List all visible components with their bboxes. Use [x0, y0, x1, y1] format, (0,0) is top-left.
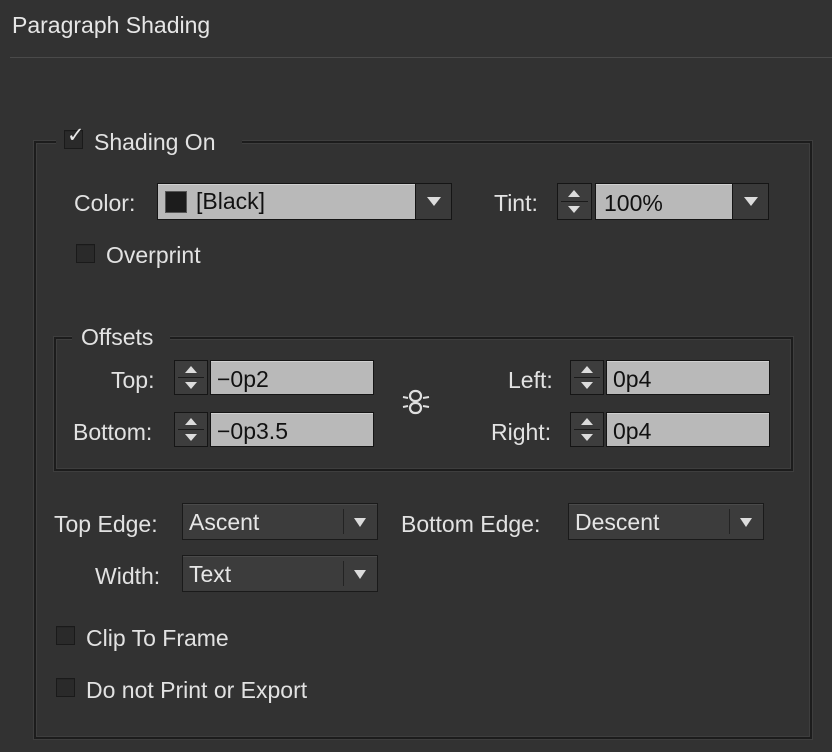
right-offset-value: 0p4 [613, 418, 652, 444]
tint-input[interactable]: 100% [595, 183, 733, 220]
increment-icon[interactable] [185, 418, 197, 425]
top-edge-dropdown[interactable]: Ascent [182, 503, 378, 540]
tint-label: Tint: [494, 190, 538, 216]
color-dropdown[interactable]: [Black] [157, 183, 416, 220]
checkmark-icon: ✓ [67, 124, 85, 147]
do-not-print-label: Do not Print or Export [86, 677, 308, 703]
top-offset-label: Top: [111, 367, 155, 393]
bottom-offset-label: Bottom: [73, 419, 153, 445]
color-dropdown-button[interactable] [415, 183, 452, 220]
chevron-down-icon [743, 197, 758, 206]
bottom-offset-value: −0p3.5 [217, 418, 288, 444]
shading-on-legend[interactable]: ✓ Shading On [56, 124, 242, 160]
chevron-down-icon [354, 518, 366, 527]
chevron-down-icon [426, 197, 441, 206]
bottom-offset-input[interactable]: −0p3.5 [210, 412, 374, 447]
do-not-print-checkbox[interactable] [56, 678, 75, 697]
dropdown-separator [343, 561, 344, 586]
bottom-edge-label: Bottom Edge: [401, 511, 541, 537]
top-offset-value: −0p2 [217, 366, 269, 392]
overprint-label: Overprint [106, 242, 201, 268]
chain-link-icon[interactable] [400, 386, 432, 418]
width-label: Width: [95, 563, 161, 589]
left-offset-stepper[interactable] [570, 360, 604, 395]
clip-to-frame-label: Clip To Frame [86, 625, 229, 651]
top-offset-stepper[interactable] [174, 360, 208, 395]
color-value: [Black] [196, 188, 266, 214]
decrement-icon[interactable] [581, 434, 593, 441]
shading-on-checkbox[interactable]: ✓ [64, 125, 85, 149]
panel-title: Paragraph Shading [12, 12, 211, 38]
decrement-icon[interactable] [185, 434, 197, 441]
color-label: Color: [74, 190, 136, 216]
top-edge-label: Top Edge: [54, 511, 158, 537]
tint-value: 100% [604, 190, 663, 216]
stepper-divider [574, 429, 600, 430]
dropdown-separator [343, 509, 344, 534]
color-swatch [165, 191, 187, 213]
bottom-edge-dropdown[interactable]: Descent [568, 503, 764, 540]
stepper-divider [178, 377, 204, 378]
chevron-down-icon [740, 518, 752, 527]
width-dropdown[interactable]: Text [182, 555, 378, 592]
offsets-title: Offsets [81, 324, 154, 350]
left-offset-input[interactable]: 0p4 [606, 360, 770, 395]
top-edge-value: Ascent [189, 509, 260, 535]
increment-icon[interactable] [581, 366, 593, 373]
title-divider [10, 57, 832, 58]
left-offset-value: 0p4 [613, 366, 652, 392]
width-value: Text [189, 561, 232, 587]
tint-stepper[interactable] [557, 183, 592, 220]
chevron-down-icon [354, 570, 366, 579]
bottom-offset-stepper[interactable] [174, 412, 208, 447]
decrement-icon[interactable] [581, 382, 593, 389]
right-offset-input[interactable]: 0p4 [606, 412, 770, 447]
top-offset-input[interactable]: −0p2 [210, 360, 374, 395]
stepper-divider [178, 429, 204, 430]
stepper-divider [574, 377, 600, 378]
overprint-checkbox[interactable] [76, 244, 95, 263]
clip-to-frame-checkbox[interactable] [56, 626, 75, 645]
increment-icon[interactable] [568, 190, 580, 197]
bottom-edge-value: Descent [575, 509, 660, 535]
shading-on-label: Shading On [94, 129, 216, 155]
dropdown-separator [729, 509, 730, 534]
offsets-legend: Offsets [72, 322, 170, 352]
increment-icon[interactable] [581, 418, 593, 425]
increment-icon[interactable] [185, 366, 197, 373]
right-offset-label: Right: [491, 419, 552, 445]
decrement-icon[interactable] [185, 382, 197, 389]
left-offset-label: Left: [508, 367, 553, 393]
right-offset-stepper[interactable] [570, 412, 604, 447]
tint-dropdown-button[interactable] [732, 183, 769, 220]
decrement-icon[interactable] [568, 206, 580, 213]
stepper-divider [561, 201, 588, 202]
